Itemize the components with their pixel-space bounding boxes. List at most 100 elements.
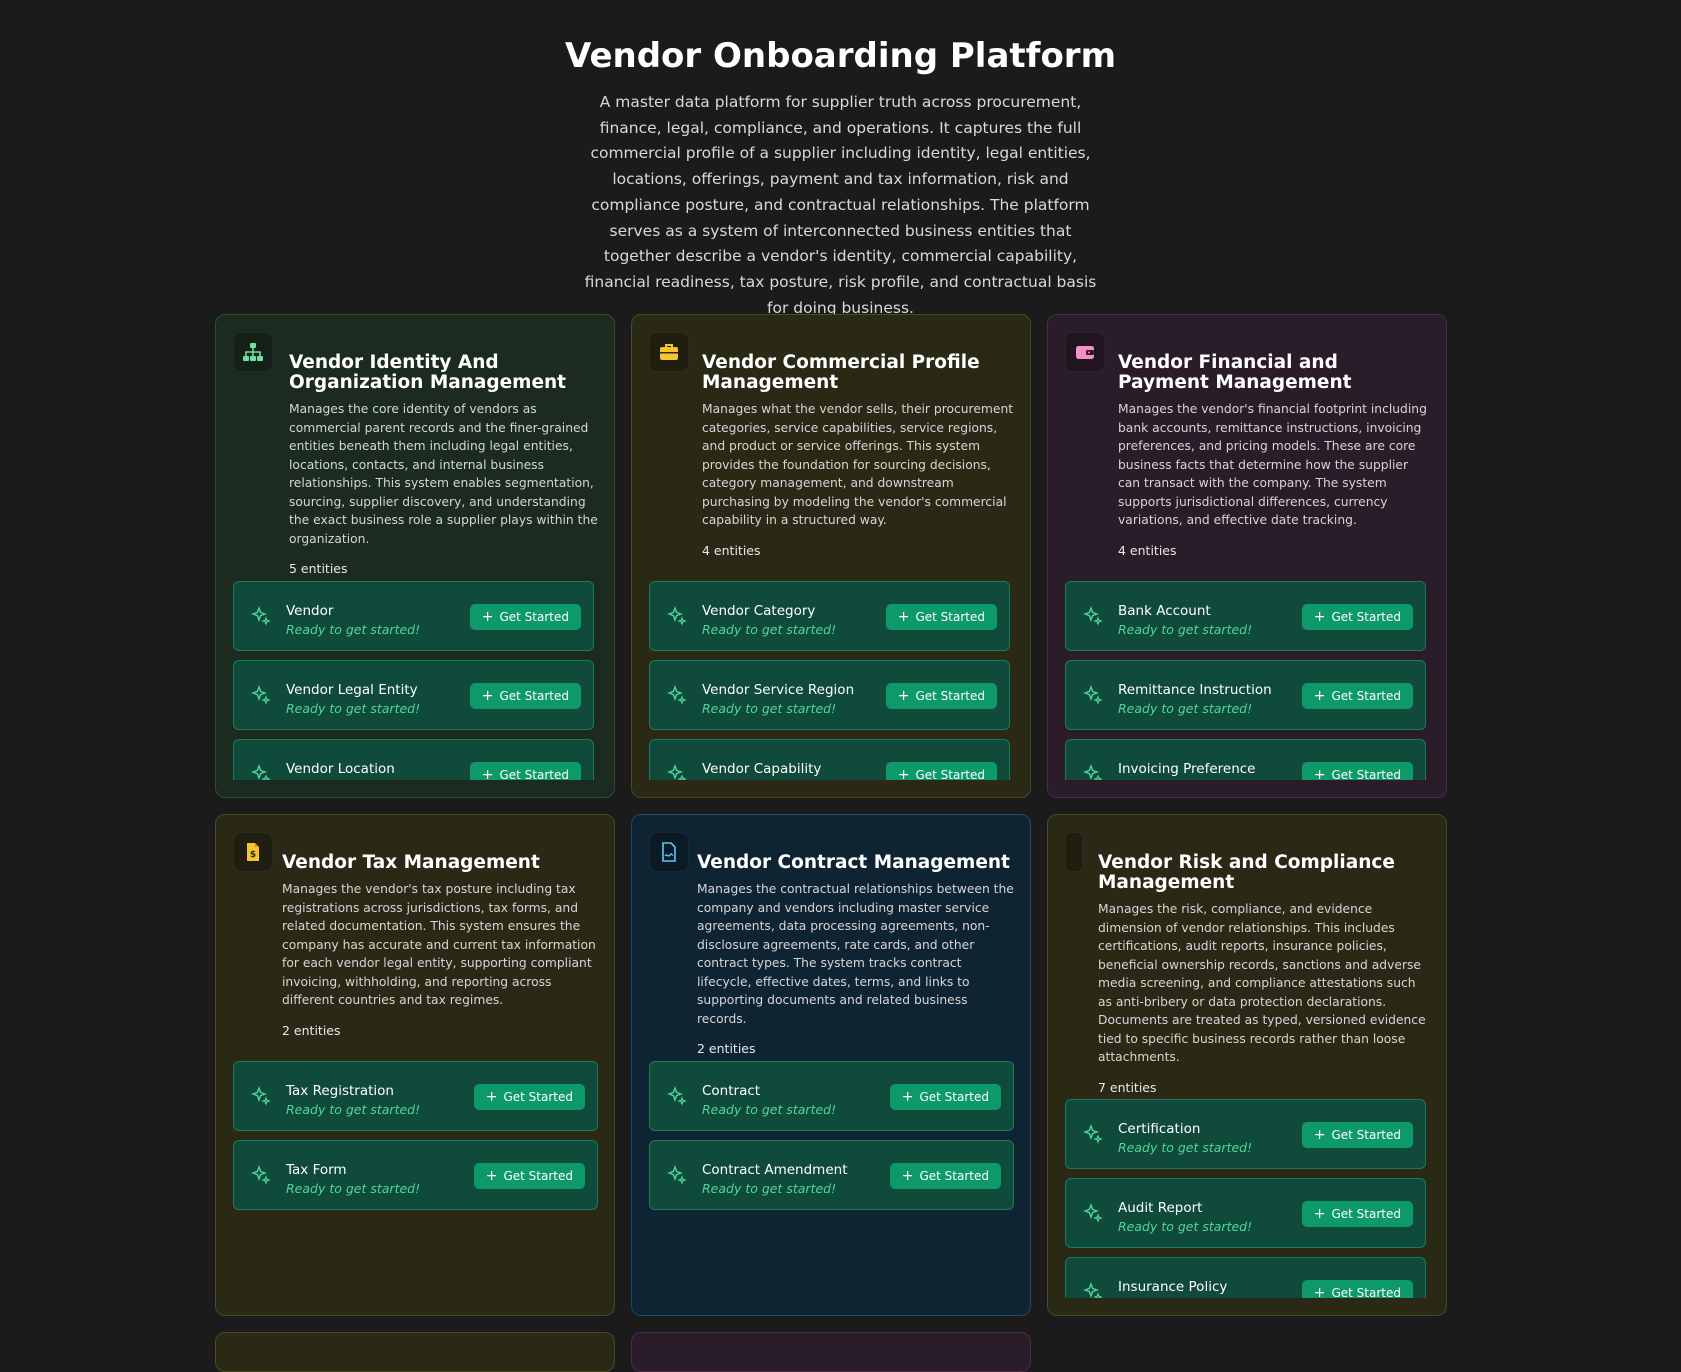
sparkles-icon — [1083, 685, 1103, 705]
get-started-button[interactable]: + Get Started — [473, 1163, 585, 1189]
entity-name: Invoicing Preference — [1118, 761, 1256, 777]
system-card-identity: Vendor Identity And Organization Managem… — [215, 314, 615, 798]
entity-name: Vendor Category — [702, 603, 816, 619]
get-started-button[interactable]: + Get Started — [473, 1084, 585, 1110]
page-header: Vendor Onboarding Platform A master data… — [0, 0, 1681, 321]
entity-row-vendor-capability[interactable]: Vendor Capability Ready to get started! … — [649, 739, 1010, 780]
sparkles-icon — [251, 1086, 271, 1106]
entity-row-audit-report[interactable]: Audit Report Ready to get started! + Get … — [1065, 1178, 1426, 1248]
entity-status: Ready to get started! — [286, 1102, 421, 1117]
entity-row-tax-form[interactable]: Tax Form Ready to get started! + Get Star… — [233, 1140, 598, 1210]
plus-icon: + — [897, 688, 910, 704]
system-card-tax: $ Vendor Tax Management Manages the vend… — [215, 814, 615, 1316]
get-started-button[interactable]: + Get Started — [885, 762, 997, 780]
entity-row-remittance-instruction[interactable]: Remittance Instruction Ready to get star… — [1065, 660, 1426, 730]
entity-row-vendor-location[interactable]: Vendor Location Ready to get started! +G… — [233, 739, 594, 780]
tax-document-icon: $ — [233, 832, 273, 872]
entity-row-vendor-legal-entity[interactable]: Vendor Legal Entity Ready to get started… — [233, 660, 594, 730]
card-description: Manages the vendor's tax posture includi… — [282, 882, 596, 1007]
get-started-button[interactable]: + Get Started — [469, 762, 581, 780]
entity-status: Ready to get started! — [1118, 701, 1253, 716]
page-description: A master data platform for supplier trut… — [584, 93, 1097, 317]
org-chart-icon — [233, 332, 273, 372]
sparkles-icon — [1083, 606, 1103, 626]
get-started-button[interactable]: + Get Started — [1301, 1280, 1413, 1298]
page-title: Vendor Onboarding Platform — [564, 36, 1117, 76]
entity-count: 4 entities — [1118, 542, 1177, 558]
sparkles-icon — [1083, 1282, 1103, 1298]
sparkles-icon — [667, 1086, 687, 1106]
plus-icon: + — [485, 1089, 498, 1105]
system-card-next-1 — [215, 1332, 615, 1372]
entity-status: Ready to get started! — [1118, 622, 1253, 637]
plus-icon: + — [897, 767, 910, 780]
entity-name: Audit Report — [1118, 1200, 1203, 1216]
card-description: Manages the risk, compliance, and eviden… — [1098, 902, 1426, 1064]
get-started-button[interactable]: + Get Started — [885, 604, 997, 630]
entity-row-vendor-category[interactable]: Vendor Category Ready to get started! + G… — [649, 581, 1010, 651]
get-started-button[interactable]: + Get Started — [1301, 683, 1413, 709]
system-card-commercial: Vendor Commercial Profile Management Man… — [631, 314, 1031, 798]
sparkles-icon — [1083, 1203, 1103, 1223]
entity-row-contract-amendment[interactable]: Contract Amendment Ready to get started!… — [649, 1140, 1014, 1210]
entity-row-invoicing-preference[interactable]: Invoicing Preference Ready to get starte… — [1065, 739, 1426, 780]
sparkles-icon — [251, 764, 271, 780]
briefcase-icon — [649, 332, 689, 372]
plus-icon: + — [1313, 1127, 1326, 1143]
sparkles-icon — [667, 764, 687, 780]
get-started-button[interactable]: + Get Started — [1301, 1122, 1413, 1148]
entity-name: Certification — [1118, 1121, 1201, 1137]
sparkles-icon — [251, 1165, 271, 1185]
entity-count: 5 entities — [289, 561, 348, 576]
entity-row-certification[interactable]: Certification Ready to get started! + Get… — [1065, 1099, 1426, 1169]
plus-icon: + — [1313, 767, 1326, 780]
entity-name: Remittance Instruction — [1118, 682, 1272, 698]
plus-icon: + — [481, 609, 494, 625]
card-description: Manages the core identity of vendors as … — [289, 402, 598, 546]
plus-icon: + — [1313, 688, 1326, 704]
get-started-button[interactable]: + Get Started — [889, 1163, 1001, 1189]
plus-icon: + — [481, 767, 494, 780]
plus-icon: + — [901, 1168, 914, 1184]
card-title: Vendor Risk and Compliance Management — [1098, 852, 1395, 893]
sparkles-icon — [667, 606, 687, 626]
plus-icon: + — [897, 609, 910, 625]
get-started-button[interactable]: + Get Started — [885, 683, 997, 709]
entity-name: Tax Form — [286, 1162, 347, 1178]
entity-name: Vendor Service Region — [702, 682, 855, 698]
entity-status: Ready to get started! — [286, 701, 421, 716]
entity-name: Bank Account — [1118, 603, 1211, 619]
sparkles-icon — [251, 685, 271, 705]
entity-row-contract[interactable]: Contract Ready to get started! + Get Star… — [649, 1061, 1014, 1131]
get-started-button[interactable]: + Get Started — [469, 683, 581, 709]
get-started-button[interactable]: + Get Started — [1301, 762, 1413, 780]
get-started-button[interactable]: + Get Started — [889, 1084, 1001, 1110]
plus-icon: + — [485, 1168, 498, 1184]
get-started-button[interactable]: + Get Started — [1301, 1201, 1413, 1227]
plus-icon: + — [1313, 1206, 1326, 1222]
entity-row-insurance-policy[interactable]: Insurance Policy Ready to get started! +… — [1065, 1257, 1426, 1298]
entity-name: Tax Registration — [286, 1083, 394, 1099]
card-description: Manages what the vendor sells, their pro… — [702, 402, 1014, 527]
system-card-risk: Vendor Risk and Compliance Management Ma… — [1047, 814, 1447, 1316]
entity-name: Vendor Location — [286, 761, 395, 777]
get-started-button[interactable]: + Get Started — [1301, 604, 1413, 630]
entity-status: Ready to get started! — [702, 622, 837, 637]
entity-status: Ready to get started! — [286, 1181, 421, 1196]
plus-icon: + — [901, 1089, 914, 1105]
entity-status: Ready to get started! — [702, 1181, 837, 1196]
get-started-button[interactable]: + Get Started — [469, 604, 581, 630]
entity-row-tax-registration[interactable]: Tax Registration Ready to get started! +… — [233, 1061, 598, 1131]
entity-row-vendor[interactable]: Vendor Ready to get started! + Get Starte… — [233, 581, 594, 651]
entity-name: Contract — [702, 1083, 761, 1099]
entity-row-bank-account[interactable]: Bank Account Ready to get started! + Get … — [1065, 581, 1426, 651]
plus-icon: + — [481, 688, 494, 704]
system-card-grid: Vendor Identity And Organization Managem… — [215, 314, 1448, 1372]
card-title: Vendor Identity And Organization Managem… — [289, 352, 567, 393]
entity-status: Ready to get started! — [702, 701, 837, 716]
card-description: Manages the vendor's financial footprint… — [1118, 402, 1427, 527]
card-title: Vendor Contract Management — [697, 852, 1010, 873]
sparkles-icon — [1083, 1124, 1103, 1144]
entity-row-vendor-service-region[interactable]: Vendor Service Region Ready to get start… — [649, 660, 1010, 730]
entity-count: 2 entities — [697, 1041, 756, 1056]
